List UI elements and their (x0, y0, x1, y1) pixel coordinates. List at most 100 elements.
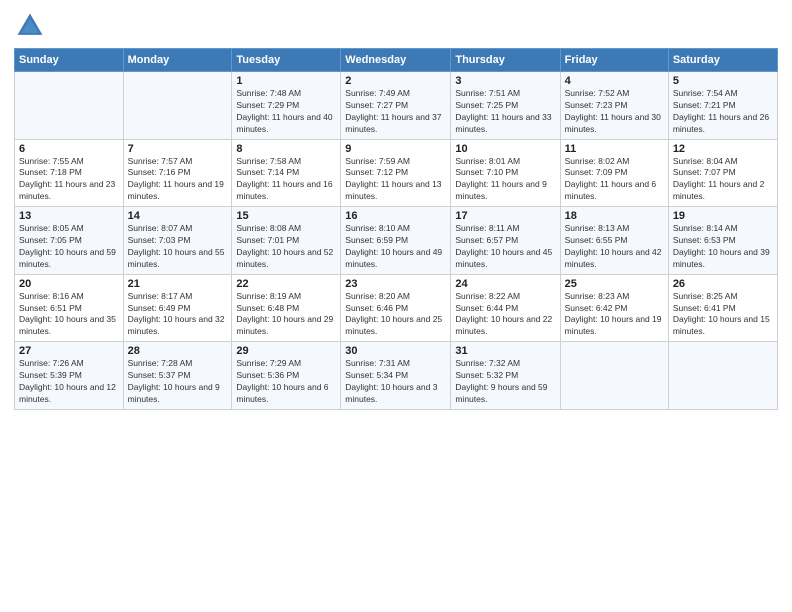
calendar-cell: 12Sunrise: 8:04 AMSunset: 7:07 PMDayligh… (668, 139, 777, 207)
day-number: 25 (565, 278, 664, 290)
day-header-sunday: Sunday (15, 49, 124, 72)
page: SundayMondayTuesdayWednesdayThursdayFrid… (0, 0, 792, 612)
week-row-3: 13Sunrise: 8:05 AMSunset: 7:05 PMDayligh… (15, 207, 778, 275)
day-info: Sunrise: 8:17 AMSunset: 6:49 PMDaylight:… (128, 291, 228, 339)
day-info: Sunrise: 8:23 AMSunset: 6:42 PMDaylight:… (565, 291, 664, 339)
day-info: Sunrise: 8:05 AMSunset: 7:05 PMDaylight:… (19, 223, 119, 271)
day-number: 14 (128, 210, 228, 222)
day-header-monday: Monday (123, 49, 232, 72)
calendar-cell: 14Sunrise: 8:07 AMSunset: 7:03 PMDayligh… (123, 207, 232, 275)
day-number: 18 (565, 210, 664, 222)
logo-icon (14, 10, 46, 42)
calendar-cell: 27Sunrise: 7:26 AMSunset: 5:39 PMDayligh… (15, 342, 124, 410)
calendar-cell: 9Sunrise: 7:59 AMSunset: 7:12 PMDaylight… (341, 139, 451, 207)
day-number: 26 (673, 278, 773, 290)
day-number: 23 (345, 278, 446, 290)
day-info: Sunrise: 8:04 AMSunset: 7:07 PMDaylight:… (673, 156, 773, 204)
day-number: 22 (236, 278, 336, 290)
day-number: 15 (236, 210, 336, 222)
day-number: 29 (236, 345, 336, 357)
day-info: Sunrise: 8:11 AMSunset: 6:57 PMDaylight:… (455, 223, 555, 271)
calendar-cell: 20Sunrise: 8:16 AMSunset: 6:51 PMDayligh… (15, 274, 124, 342)
calendar-cell: 22Sunrise: 8:19 AMSunset: 6:48 PMDayligh… (232, 274, 341, 342)
calendar-cell: 11Sunrise: 8:02 AMSunset: 7:09 PMDayligh… (560, 139, 668, 207)
day-number: 16 (345, 210, 446, 222)
day-info: Sunrise: 7:58 AMSunset: 7:14 PMDaylight:… (236, 156, 336, 204)
day-info: Sunrise: 7:55 AMSunset: 7:18 PMDaylight:… (19, 156, 119, 204)
calendar-cell (668, 342, 777, 410)
day-number: 17 (455, 210, 555, 222)
calendar-table: SundayMondayTuesdayWednesdayThursdayFrid… (14, 48, 778, 410)
day-info: Sunrise: 7:48 AMSunset: 7:29 PMDaylight:… (236, 88, 336, 136)
day-header-friday: Friday (560, 49, 668, 72)
calendar-cell: 29Sunrise: 7:29 AMSunset: 5:36 PMDayligh… (232, 342, 341, 410)
calendar-cell: 17Sunrise: 8:11 AMSunset: 6:57 PMDayligh… (451, 207, 560, 275)
day-number: 6 (19, 143, 119, 155)
day-number: 13 (19, 210, 119, 222)
day-info: Sunrise: 7:28 AMSunset: 5:37 PMDaylight:… (128, 358, 228, 406)
calendar-cell (560, 342, 668, 410)
day-number: 19 (673, 210, 773, 222)
day-number: 5 (673, 75, 773, 87)
day-info: Sunrise: 7:51 AMSunset: 7:25 PMDaylight:… (455, 88, 555, 136)
calendar-cell: 31Sunrise: 7:32 AMSunset: 5:32 PMDayligh… (451, 342, 560, 410)
calendar-header: SundayMondayTuesdayWednesdayThursdayFrid… (15, 49, 778, 72)
day-info: Sunrise: 7:52 AMSunset: 7:23 PMDaylight:… (565, 88, 664, 136)
day-number: 3 (455, 75, 555, 87)
calendar-cell: 25Sunrise: 8:23 AMSunset: 6:42 PMDayligh… (560, 274, 668, 342)
day-info: Sunrise: 7:26 AMSunset: 5:39 PMDaylight:… (19, 358, 119, 406)
calendar-cell: 23Sunrise: 8:20 AMSunset: 6:46 PMDayligh… (341, 274, 451, 342)
day-number: 7 (128, 143, 228, 155)
calendar-cell (123, 72, 232, 140)
week-row-1: 1Sunrise: 7:48 AMSunset: 7:29 PMDaylight… (15, 72, 778, 140)
week-row-2: 6Sunrise: 7:55 AMSunset: 7:18 PMDaylight… (15, 139, 778, 207)
day-info: Sunrise: 7:54 AMSunset: 7:21 PMDaylight:… (673, 88, 773, 136)
calendar-cell: 6Sunrise: 7:55 AMSunset: 7:18 PMDaylight… (15, 139, 124, 207)
calendar-cell: 10Sunrise: 8:01 AMSunset: 7:10 PMDayligh… (451, 139, 560, 207)
calendar-cell: 1Sunrise: 7:48 AMSunset: 7:29 PMDaylight… (232, 72, 341, 140)
day-info: Sunrise: 7:59 AMSunset: 7:12 PMDaylight:… (345, 156, 446, 204)
day-number: 2 (345, 75, 446, 87)
header-row: SundayMondayTuesdayWednesdayThursdayFrid… (15, 49, 778, 72)
day-info: Sunrise: 8:10 AMSunset: 6:59 PMDaylight:… (345, 223, 446, 271)
day-info: Sunrise: 7:49 AMSunset: 7:27 PMDaylight:… (345, 88, 446, 136)
calendar-cell: 15Sunrise: 8:08 AMSunset: 7:01 PMDayligh… (232, 207, 341, 275)
day-info: Sunrise: 7:31 AMSunset: 5:34 PMDaylight:… (345, 358, 446, 406)
calendar-cell: 2Sunrise: 7:49 AMSunset: 7:27 PMDaylight… (341, 72, 451, 140)
calendar-cell: 28Sunrise: 7:28 AMSunset: 5:37 PMDayligh… (123, 342, 232, 410)
calendar-cell: 26Sunrise: 8:25 AMSunset: 6:41 PMDayligh… (668, 274, 777, 342)
day-number: 21 (128, 278, 228, 290)
day-info: Sunrise: 8:07 AMSunset: 7:03 PMDaylight:… (128, 223, 228, 271)
logo (14, 10, 50, 42)
day-info: Sunrise: 7:29 AMSunset: 5:36 PMDaylight:… (236, 358, 336, 406)
day-number: 11 (565, 143, 664, 155)
day-info: Sunrise: 8:25 AMSunset: 6:41 PMDaylight:… (673, 291, 773, 339)
day-info: Sunrise: 8:01 AMSunset: 7:10 PMDaylight:… (455, 156, 555, 204)
day-number: 24 (455, 278, 555, 290)
calendar-cell: 8Sunrise: 7:58 AMSunset: 7:14 PMDaylight… (232, 139, 341, 207)
day-number: 27 (19, 345, 119, 357)
day-number: 28 (128, 345, 228, 357)
week-row-4: 20Sunrise: 8:16 AMSunset: 6:51 PMDayligh… (15, 274, 778, 342)
day-number: 1 (236, 75, 336, 87)
day-header-wednesday: Wednesday (341, 49, 451, 72)
calendar-cell: 7Sunrise: 7:57 AMSunset: 7:16 PMDaylight… (123, 139, 232, 207)
day-info: Sunrise: 8:20 AMSunset: 6:46 PMDaylight:… (345, 291, 446, 339)
calendar-cell: 13Sunrise: 8:05 AMSunset: 7:05 PMDayligh… (15, 207, 124, 275)
day-info: Sunrise: 8:22 AMSunset: 6:44 PMDaylight:… (455, 291, 555, 339)
day-header-thursday: Thursday (451, 49, 560, 72)
calendar-cell: 30Sunrise: 7:31 AMSunset: 5:34 PMDayligh… (341, 342, 451, 410)
calendar-cell: 21Sunrise: 8:17 AMSunset: 6:49 PMDayligh… (123, 274, 232, 342)
day-info: Sunrise: 8:14 AMSunset: 6:53 PMDaylight:… (673, 223, 773, 271)
day-number: 10 (455, 143, 555, 155)
day-info: Sunrise: 8:19 AMSunset: 6:48 PMDaylight:… (236, 291, 336, 339)
day-info: Sunrise: 8:02 AMSunset: 7:09 PMDaylight:… (565, 156, 664, 204)
calendar-cell: 4Sunrise: 7:52 AMSunset: 7:23 PMDaylight… (560, 72, 668, 140)
calendar-cell: 19Sunrise: 8:14 AMSunset: 6:53 PMDayligh… (668, 207, 777, 275)
calendar-body: 1Sunrise: 7:48 AMSunset: 7:29 PMDaylight… (15, 72, 778, 410)
calendar-cell: 5Sunrise: 7:54 AMSunset: 7:21 PMDaylight… (668, 72, 777, 140)
day-number: 12 (673, 143, 773, 155)
week-row-5: 27Sunrise: 7:26 AMSunset: 5:39 PMDayligh… (15, 342, 778, 410)
calendar-cell: 3Sunrise: 7:51 AMSunset: 7:25 PMDaylight… (451, 72, 560, 140)
calendar-cell (15, 72, 124, 140)
